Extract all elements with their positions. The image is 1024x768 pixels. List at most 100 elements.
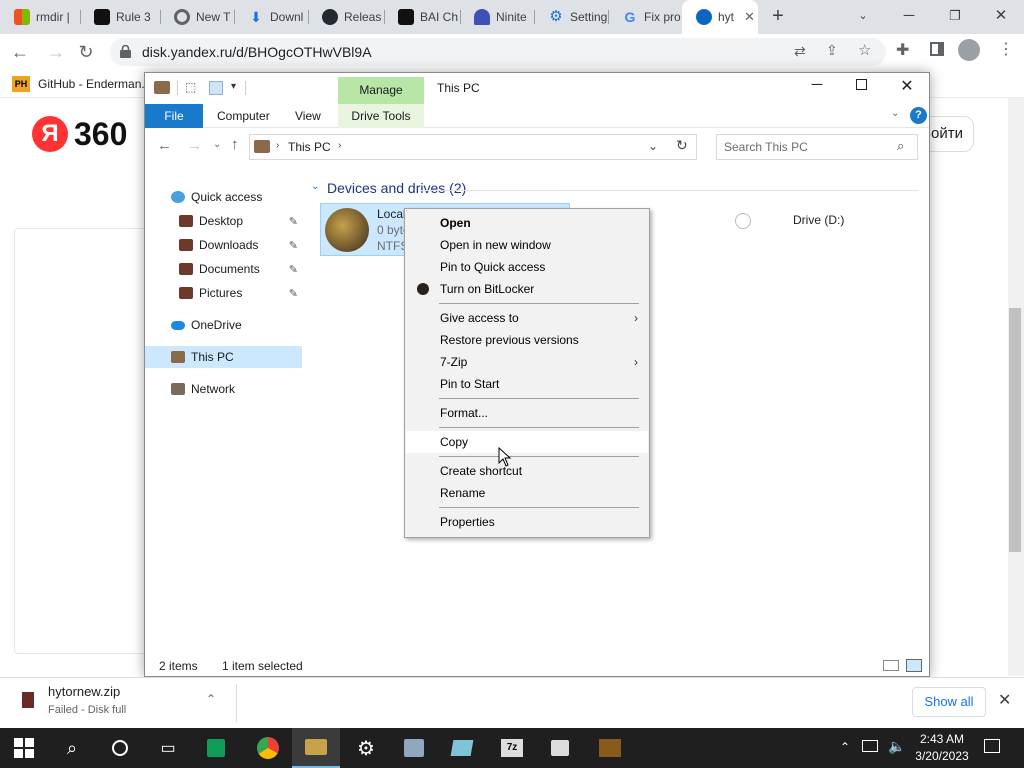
translate-icon[interactable]: ⇄ <box>794 43 806 60</box>
large-icons-view-icon[interactable] <box>906 659 922 672</box>
up-arrow-icon[interactable]: ↑ <box>231 136 239 153</box>
explorer-maximize-button[interactable] <box>847 79 875 99</box>
cortana-icon[interactable] <box>96 728 144 768</box>
profile-avatar[interactable] <box>958 39 980 61</box>
menu-turn-on-bitlocker[interactable]: Turn on BitLocker <box>406 278 648 300</box>
bookmark-github[interactable]: GitHub - Enderman... <box>38 77 151 91</box>
chrome-taskbar-icon[interactable] <box>244 728 292 768</box>
menu-7zip[interactable]: 7-Zip › <box>406 351 648 373</box>
qat-dropdown-icon[interactable]: ▾ <box>231 81 236 92</box>
explorer-address-bar[interactable]: › This PC › ⌄ ↻ <box>249 134 697 160</box>
side-panel-icon[interactable] <box>930 42 944 56</box>
collapse-group-icon[interactable]: ⌄ <box>311 181 319 192</box>
tab-yandex-disk-active[interactable]: hyt ✕ <box>682 0 758 34</box>
network-tray-icon[interactable] <box>862 740 878 752</box>
notification-icon[interactable] <box>984 739 1000 753</box>
game-taskbar-icon[interactable] <box>586 728 634 768</box>
refresh-icon[interactable]: ↻ <box>676 137 688 154</box>
drive-d-tile[interactable]: Drive (D:) <box>735 203 895 256</box>
bookmark-star-icon[interactable]: ☆ <box>858 41 871 59</box>
volume-icon[interactable]: 🔈 <box>888 738 905 755</box>
menu-pin-to-start[interactable]: Pin to Start <box>406 373 648 395</box>
nav-this-pc[interactable]: This PC <box>145 346 302 368</box>
forward-arrow-icon[interactable]: → <box>42 38 70 66</box>
tab-search-icon[interactable]: ⌄ <box>840 0 886 34</box>
minimize-button[interactable]: ─ <box>886 0 932 34</box>
close-window-button[interactable]: ✕ <box>978 0 1024 34</box>
file-explorer-taskbar-icon[interactable] <box>292 728 340 768</box>
qat-new-folder-icon[interactable] <box>209 81 223 95</box>
download-filename[interactable]: hytornew.zip <box>48 684 120 699</box>
menu-format[interactable]: Format... <box>406 402 648 424</box>
menu-give-access[interactable]: Give access to › <box>406 307 648 329</box>
explorer-forward-icon[interactable]: → <box>187 137 202 154</box>
menu-copy[interactable]: Copy <box>406 431 648 453</box>
manage-contextual-tab[interactable]: Manage <box>338 77 424 104</box>
search-icon[interactable]: ⌕ <box>897 138 904 154</box>
tab-rule[interactable]: Rule 3 <box>80 0 160 34</box>
address-bar[interactable]: disk.yandex.ru/d/BHOgcOTHwVBl9A ⇄ ⇪ ☆ <box>110 38 886 66</box>
breadcrumb-chevron-icon[interactable]: › <box>338 140 341 151</box>
store-taskbar-icon[interactable] <box>536 728 584 768</box>
help-icon[interactable]: ? <box>910 107 927 124</box>
tab-fix-problems[interactable]: G Fix pro <box>608 0 682 34</box>
nav-documents[interactable]: Documents ✎ <box>145 258 302 280</box>
address-dropdown-icon[interactable]: ⌄ <box>648 139 658 153</box>
ribbon-tab-drive-tools[interactable]: Drive Tools <box>338 104 424 128</box>
tab-bai[interactable]: BAI Ch <box>384 0 460 34</box>
ribbon-tab-file[interactable]: File <box>145 104 203 128</box>
explorer-close-button[interactable]: ✕ <box>893 76 921 96</box>
sheets-app-icon[interactable] <box>192 728 240 768</box>
tab-ninite[interactable]: Ninite <box>460 0 534 34</box>
tab-new-tab[interactable]: New T <box>160 0 234 34</box>
nav-network[interactable]: Network <box>145 378 302 400</box>
menu-open-new-window[interactable]: Open in new window <box>406 234 648 256</box>
menu-open[interactable]: Open <box>406 212 648 234</box>
breadcrumb-this-pc[interactable]: This PC <box>288 140 331 154</box>
menu-pin-quick-access[interactable]: Pin to Quick access <box>406 256 648 278</box>
show-hidden-icons-icon[interactable]: ⌃ <box>840 740 850 754</box>
close-tab-icon[interactable]: ✕ <box>744 9 755 25</box>
nav-desktop[interactable]: Desktop ✎ <box>145 210 302 232</box>
close-shelf-icon[interactable]: ✕ <box>998 690 1011 710</box>
clock-time[interactable]: 2:43 AM <box>914 732 970 746</box>
explorer-back-icon[interactable]: ← <box>157 137 172 154</box>
ribbon-expand-icon[interactable]: ⌄ <box>891 108 899 119</box>
restore-button[interactable]: ❐ <box>932 0 978 34</box>
start-button[interactable] <box>0 728 48 768</box>
breadcrumb-separator-icon[interactable]: › <box>276 140 279 151</box>
menu-create-shortcut[interactable]: Create shortcut <box>406 460 648 482</box>
tab-releases[interactable]: Releas <box>308 0 384 34</box>
tab-settings[interactable]: ⚙ Setting <box>534 0 608 34</box>
clock-date[interactable]: 3/20/2023 <box>912 749 972 763</box>
task-view-icon[interactable]: ▭ <box>144 728 192 768</box>
ribbon-tab-view[interactable]: View <box>281 104 335 128</box>
search-taskbar-icon[interactable]: ⌕ <box>48 728 96 768</box>
app-taskbar-icon[interactable] <box>390 728 438 768</box>
settings-taskbar-icon[interactable]: ⚙ <box>342 728 390 768</box>
extensions-icon[interactable]: ✚ <box>896 40 909 60</box>
menu-properties[interactable]: Properties <box>406 511 648 533</box>
recent-locations-icon[interactable]: ⌄ <box>213 139 221 150</box>
show-all-button[interactable]: Show all <box>912 687 986 717</box>
nav-onedrive[interactable]: OneDrive <box>145 314 302 336</box>
nav-pictures[interactable]: Pictures ✎ <box>145 282 302 304</box>
back-arrow-icon[interactable]: ← <box>6 38 34 66</box>
tab-rmdir[interactable]: rmdir | <box>0 0 80 34</box>
reload-icon[interactable]: ↻ <box>72 38 100 66</box>
share-icon[interactable]: ⇪ <box>826 42 838 59</box>
new-tab-button[interactable]: + <box>766 5 790 29</box>
group-header[interactable]: Devices and drives (2) <box>327 180 466 196</box>
explorer-minimize-button[interactable]: ─ <box>803 76 831 93</box>
menu-restore-previous[interactable]: Restore previous versions <box>406 329 648 351</box>
search-box[interactable]: Search This PC ⌕ <box>716 134 918 160</box>
details-view-icon[interactable] <box>883 660 899 671</box>
chrome-menu-icon[interactable]: ⋮ <box>998 39 1014 59</box>
download-options-chevron-icon[interactable]: ⌃ <box>206 692 216 706</box>
notepad-taskbar-icon[interactable] <box>438 728 486 768</box>
tab-downloads[interactable]: ⬇ Downl <box>234 0 308 34</box>
page-scrollbar-thumb[interactable] <box>1009 308 1021 552</box>
nav-quick-access[interactable]: Quick access <box>145 186 302 208</box>
qat-properties-icon[interactable]: ⬚ <box>185 80 196 94</box>
nav-downloads[interactable]: Downloads ✎ <box>145 234 302 256</box>
